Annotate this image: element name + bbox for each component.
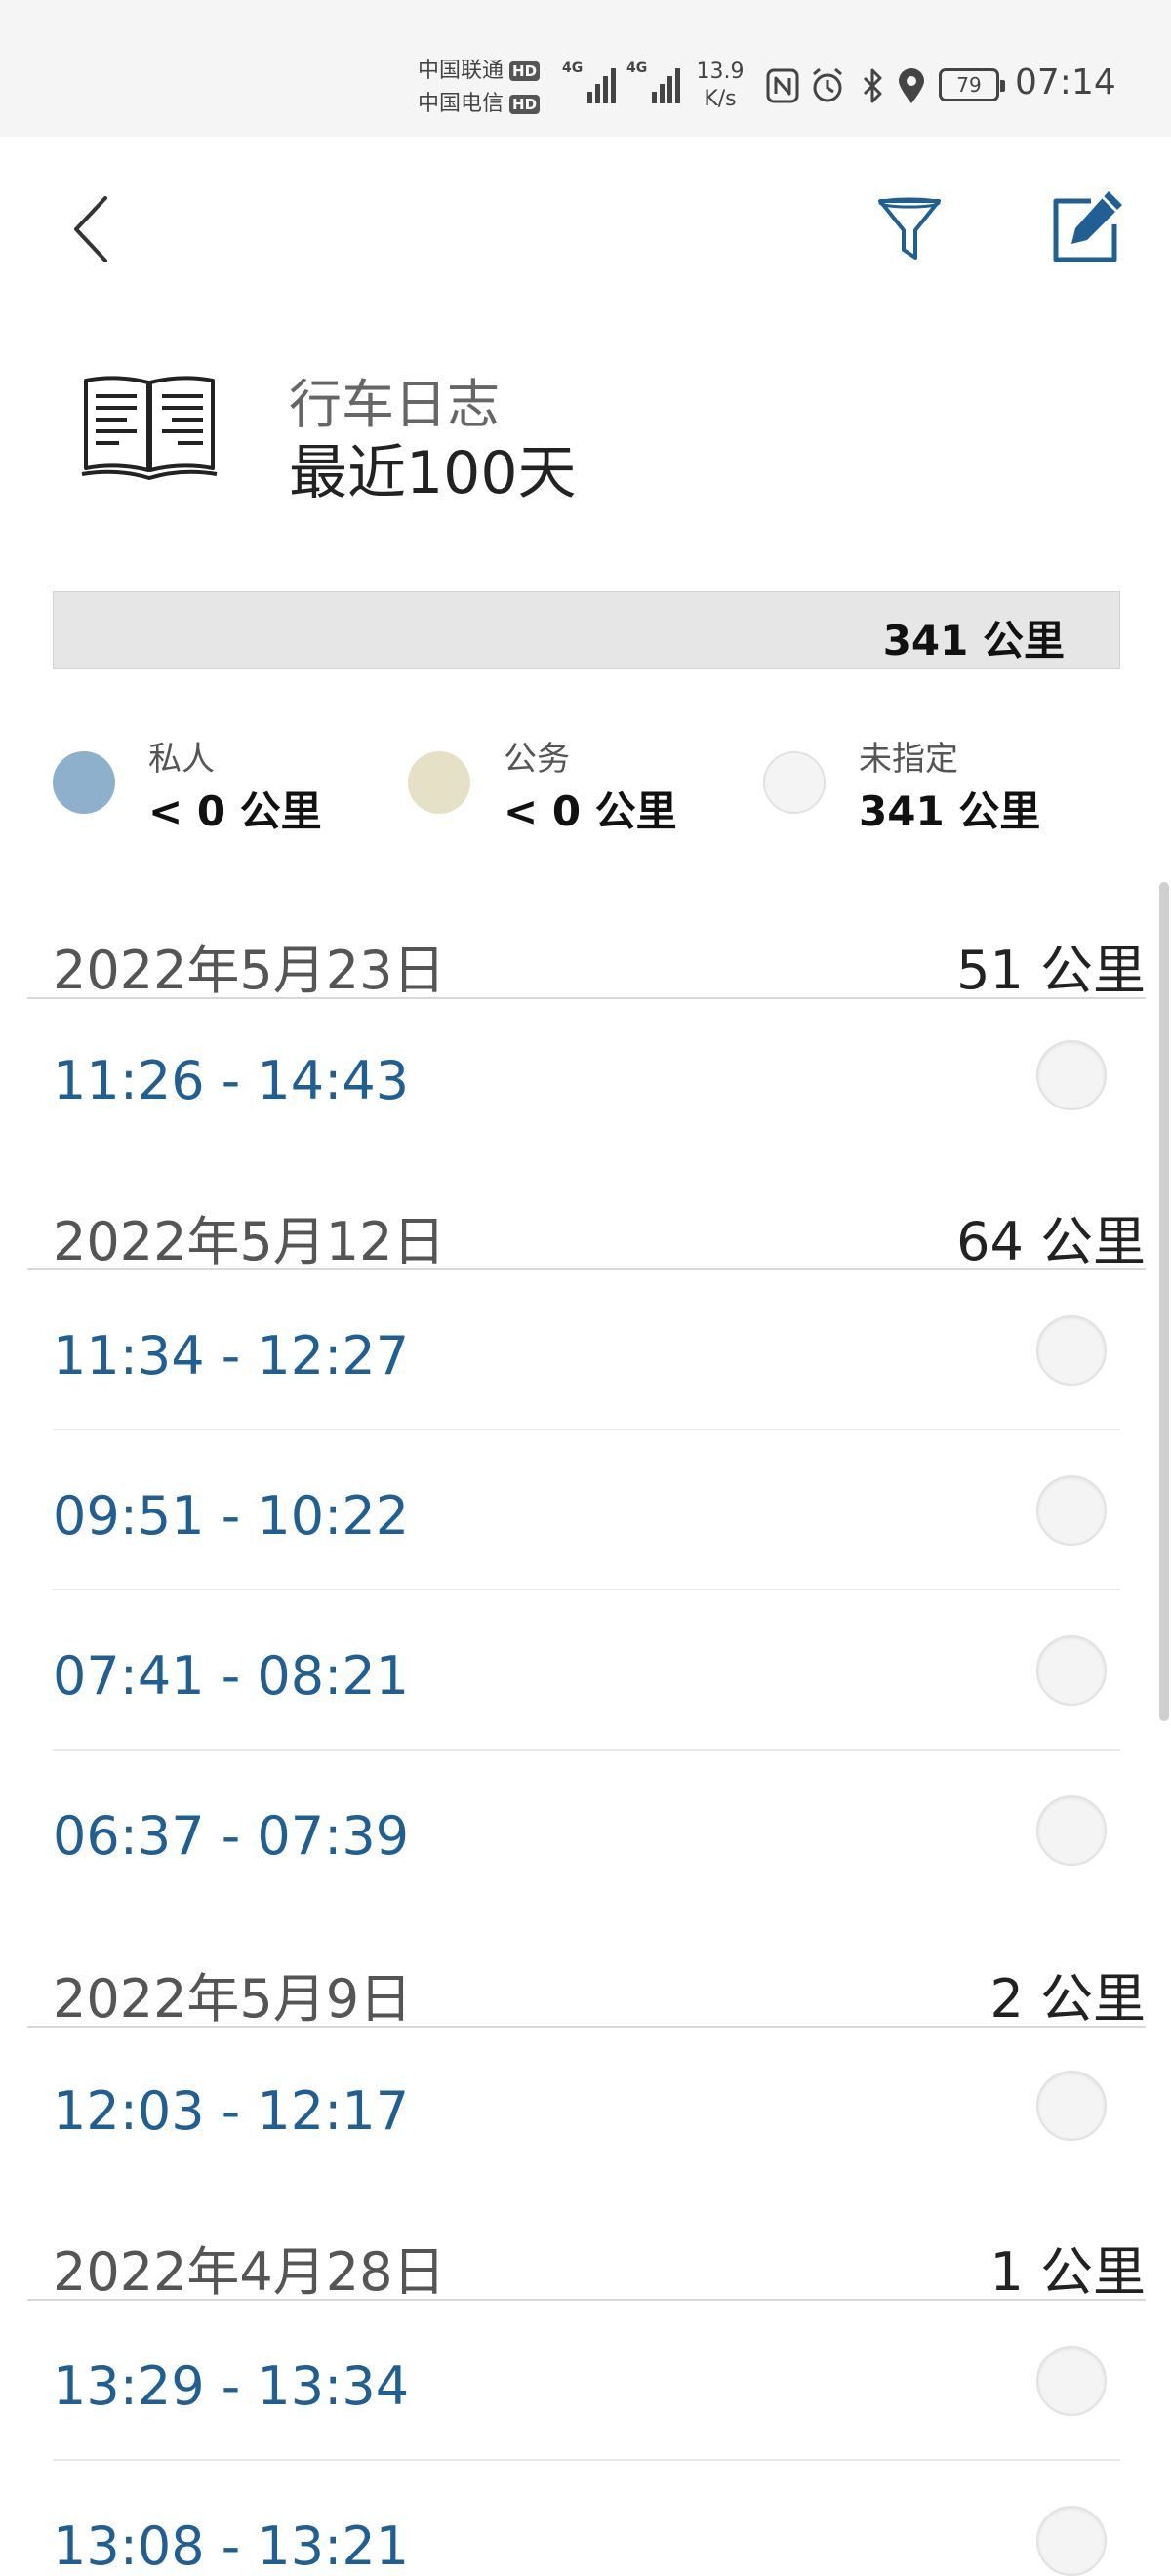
network-type: 4G [562, 60, 584, 76]
net-speed-value: 13.9 [696, 60, 745, 84]
back-button[interactable] [59, 190, 127, 268]
day-distance: 64 公里 [956, 1211, 1146, 1272]
day-date: 2022年4月28日 [53, 2241, 446, 2303]
day-date: 2022年5月12日 [53, 1211, 446, 1272]
legend-label: 未指定 [859, 740, 958, 779]
day-header: 2022年4月28日 1 公里 [27, 2194, 1146, 2303]
trip-category-radio[interactable] [1036, 1635, 1107, 1706]
nfc-icon [766, 68, 799, 103]
trip-row[interactable]: 12:03 - 12:17 [53, 2026, 1120, 2186]
legend-value: < 0 公里 [504, 787, 677, 835]
clock: 07:14 [1015, 62, 1116, 102]
carrier-1: 中国联通 HD [418, 55, 554, 88]
trip-time: 06:37 - 07:39 [53, 1805, 410, 1867]
legend-label: 公务 [504, 740, 570, 779]
day-distance: 51 公里 [956, 940, 1146, 1001]
alarm-icon [813, 67, 842, 102]
day-header: 2022年5月9日 2 公里 [27, 1920, 1146, 2030]
signal-icon: 4G [626, 60, 681, 103]
chevron-left-icon [74, 196, 107, 262]
total-distance: 341 公里 [882, 617, 1065, 664]
net-speed-unit: K/s [704, 87, 737, 111]
trip-time: 13:29 - 13:34 [53, 2355, 410, 2417]
trip-category-radio[interactable] [1036, 1475, 1107, 1546]
trip-category-radio[interactable] [1036, 1040, 1107, 1110]
network-type: 4G [626, 60, 648, 76]
day-header: 2022年5月12日 64 公里 [27, 1163, 1146, 1272]
trip-time: 07:41 - 08:21 [53, 1645, 410, 1707]
filter-icon [878, 197, 941, 260]
trip-category-radio[interactable] [1036, 2071, 1107, 2141]
trip-time: 13:08 - 13:21 [53, 2516, 410, 2576]
trip-row[interactable]: 09:51 - 10:22 [53, 1430, 1120, 1590]
trip-row[interactable]: 13:29 - 13:34 [53, 2301, 1120, 2461]
edit-icon [1053, 191, 1122, 262]
trip-row[interactable]: 13:08 - 13:21 [53, 2461, 1120, 2576]
legend-dot-unassigned [763, 751, 826, 814]
battery-icon: 79 [939, 68, 1005, 101]
day-date: 2022年5月23日 [53, 940, 446, 1001]
legend-value: 341 公里 [859, 787, 1041, 835]
filter-button[interactable] [874, 193, 945, 267]
trip-time: 09:51 - 10:22 [53, 1485, 410, 1547]
legend-dot-private [53, 751, 115, 814]
scrollbar[interactable] [1159, 882, 1169, 1721]
trip-row[interactable]: 07:41 - 08:21 [53, 1590, 1120, 1751]
status-bar: 中国联通 HD 中国电信 HD 4G 4G 13.9 K/s 79 07:14 [0, 0, 1171, 137]
day-distance: 1 公里 [989, 2241, 1146, 2303]
edit-button[interactable] [1048, 187, 1126, 267]
bluetooth-icon [863, 68, 882, 103]
trip-category-radio[interactable] [1036, 2506, 1107, 2576]
carrier-info: 中国联通 HD 中国电信 HD [418, 55, 554, 121]
legend-value: < 0 公里 [148, 787, 322, 835]
trip-row[interactable]: 11:34 - 12:27 [53, 1270, 1120, 1430]
hd-badge: HD [509, 95, 541, 114]
period-label: 最近100天 [289, 439, 577, 507]
battery-level: 79 [956, 73, 982, 97]
day-header: 2022年5月23日 51 公里 [27, 892, 1146, 1001]
trip-row[interactable]: 11:26 - 14:43 [53, 995, 1120, 1155]
location-icon [899, 68, 924, 103]
book-icon [81, 376, 218, 481]
net-speed: 13.9 K/s [691, 59, 749, 113]
hd-badge: HD [509, 61, 541, 81]
carrier-2: 中国电信 HD [418, 88, 554, 121]
day-distance: 2 公里 [989, 1968, 1146, 2030]
legend-dot-business [408, 751, 470, 814]
trip-time: 12:03 - 12:17 [53, 2080, 410, 2142]
legend-private: 私人 < 0 公里 [53, 732, 384, 839]
legend-label: 私人 [148, 740, 215, 779]
carrier-2-name: 中国电信 [418, 92, 505, 116]
trip-time: 11:34 - 12:27 [53, 1325, 410, 1387]
legend-business: 公务 < 0 公里 [408, 732, 740, 839]
trip-category-radio[interactable] [1036, 1315, 1107, 1386]
trip-row[interactable]: 06:37 - 07:39 [53, 1751, 1120, 1911]
trip-category-radio[interactable] [1036, 2346, 1107, 2416]
signal-icon: 4G [562, 60, 617, 103]
trip-category-radio[interactable] [1036, 1795, 1107, 1866]
carrier-1-name: 中国联通 [418, 59, 505, 83]
legend-unassigned: 未指定 341 公里 [763, 732, 1114, 839]
total-distance-bar: 341 公里 [53, 591, 1120, 669]
day-date: 2022年5月9日 [53, 1968, 413, 2030]
trip-time: 11:26 - 14:43 [53, 1050, 410, 1111]
